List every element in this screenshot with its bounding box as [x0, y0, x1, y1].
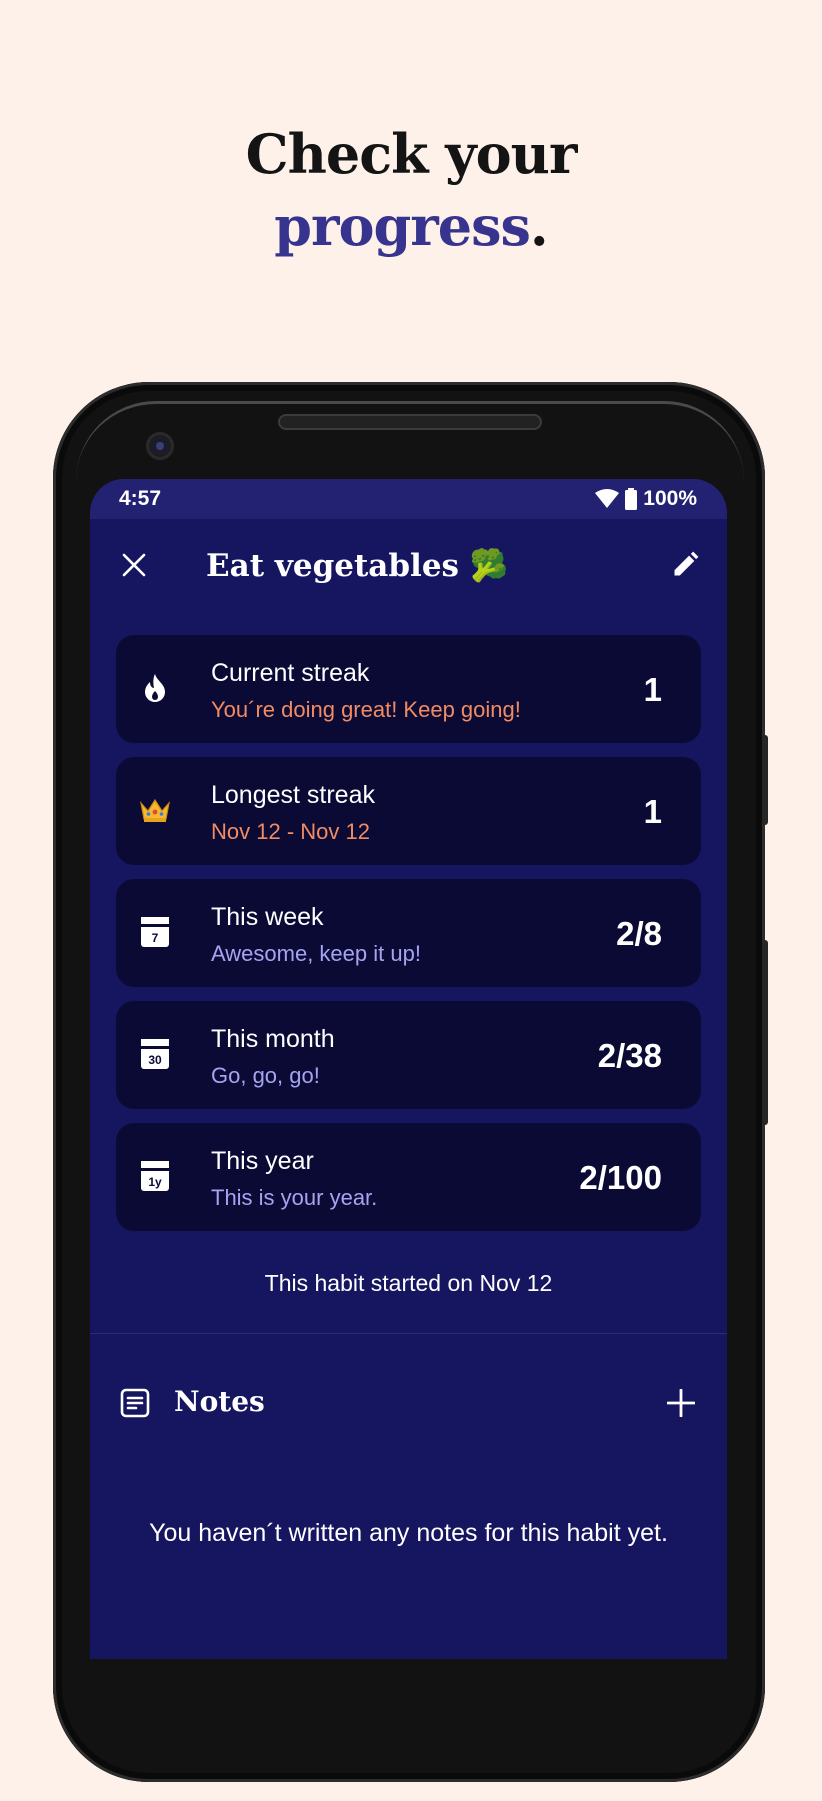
close-button[interactable]	[110, 541, 158, 589]
calendar-icon-text: 30	[148, 1053, 162, 1067]
flame-icon	[138, 671, 172, 705]
headline-line2: progress.	[0, 190, 822, 262]
add-note-button[interactable]	[655, 1377, 707, 1429]
calendar-icon-text: 1y	[148, 1175, 162, 1189]
stat-card-this-week: 7 This week Awesome, keep it up! 2/8	[116, 879, 701, 987]
stat-title: This week	[211, 903, 324, 931]
crown-icon	[138, 793, 172, 827]
stat-subtitle: Awesome, keep it up!	[211, 941, 421, 966]
status-right: 100%	[595, 487, 697, 511]
headline-line1: Check your	[245, 122, 578, 186]
phone-speaker	[278, 414, 542, 430]
phone-screen: 4:57 100% Eat vegetables 🥦 Current strea…	[90, 479, 727, 1659]
habit-title: Eat vegetables 🥦	[206, 548, 509, 584]
stat-value: 2/8	[616, 915, 662, 952]
headline-period: .	[529, 194, 549, 258]
calendar-week-icon: 7	[138, 915, 172, 949]
notes-icon	[119, 1387, 151, 1424]
wifi-icon	[595, 489, 620, 508]
stat-card-this-year: 1y This year This is your year. 2/100	[116, 1123, 701, 1231]
stat-title: This year	[211, 1147, 314, 1175]
stat-value: 2/38	[597, 1037, 662, 1074]
notes-title: Notes	[174, 1385, 265, 1418]
battery-percent: 100%	[643, 487, 697, 510]
status-time: 4:57	[119, 487, 162, 510]
stat-value: 1	[643, 793, 662, 830]
stat-subtitle: You´re doing great! Keep going!	[211, 697, 521, 722]
stat-value: 2/100	[579, 1159, 662, 1196]
volume-button	[762, 735, 768, 825]
power-button	[762, 940, 768, 1125]
plus-icon	[667, 1389, 695, 1417]
stat-subtitle: Go, go, go!	[211, 1063, 320, 1088]
calendar-month-icon: 30	[138, 1037, 172, 1071]
close-icon	[122, 553, 146, 577]
app-toolbar: Eat vegetables 🥦	[90, 519, 727, 609]
stat-title: Longest streak	[211, 781, 375, 809]
stat-title: Current streak	[211, 659, 370, 687]
habit-start-date: This habit started on Nov 12	[264, 1270, 553, 1296]
status-bar: 4:57 100%	[90, 479, 727, 519]
notes-empty-message: You haven´t written any notes for this h…	[149, 1519, 668, 1547]
stat-card-this-month: 30 This month Go, go, go! 2/38	[116, 1001, 701, 1109]
stat-subtitle: Nov 12 - Nov 12	[211, 819, 370, 844]
pencil-icon	[674, 551, 699, 576]
calendar-year-icon: 1y	[138, 1159, 172, 1193]
stat-card-longest-streak: Longest streak Nov 12 - Nov 12 1	[116, 757, 701, 865]
stat-subtitle: This is your year.	[211, 1185, 378, 1210]
section-divider	[90, 1333, 727, 1334]
headline-accent: progress	[274, 194, 531, 258]
calendar-icon-text: 7	[151, 931, 159, 945]
stats-list: Current streak You´re doing great! Keep …	[116, 635, 701, 1245]
headline: Check your progress.	[0, 118, 822, 262]
stat-title: This month	[211, 1025, 335, 1053]
stat-card-current-streak: Current streak You´re doing great! Keep …	[116, 635, 701, 743]
edit-button[interactable]	[661, 541, 709, 589]
front-camera	[146, 432, 174, 460]
stat-value: 1	[643, 671, 662, 708]
battery-icon	[625, 488, 638, 510]
